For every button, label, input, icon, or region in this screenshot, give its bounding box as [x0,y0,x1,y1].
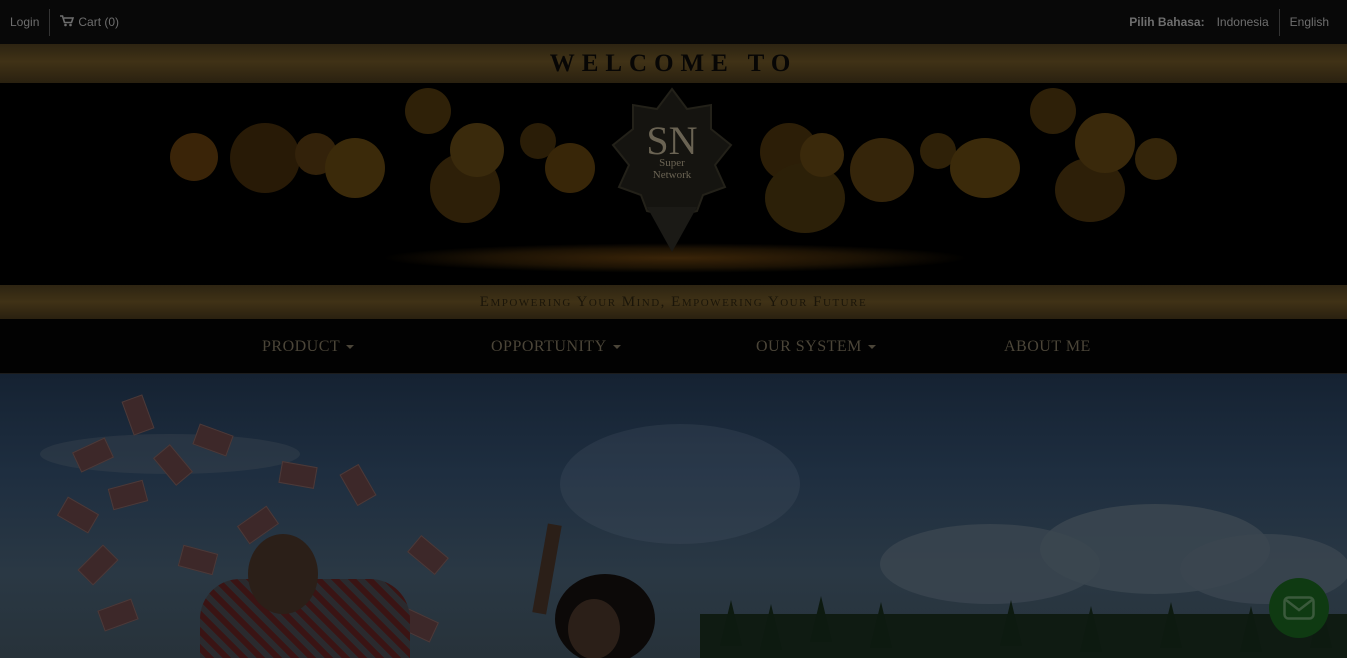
header-banner: SN Super Network [0,83,1347,285]
bokeh-light [325,138,385,198]
bokeh-light [230,123,300,193]
tree [1240,606,1262,652]
account-links: Login Cart (0) [0,0,129,44]
tree [760,604,782,650]
banknote [278,461,318,489]
sun-glow [560,424,800,544]
banknote [107,479,149,511]
caret-down-icon [346,344,355,349]
language-label: Pilih Bahasa: [1129,15,1205,29]
banknote [97,598,139,632]
nav-item-label: OPPORTUNITY [491,337,607,355]
nav-item-about-me[interactable]: ABOUT ME [1004,319,1091,374]
cart-label: Cart (0) [78,15,120,29]
tree [870,602,892,648]
logo-line-2: Network [652,169,692,181]
bokeh-light [405,88,451,134]
caret-down-icon [867,344,876,349]
tree [1000,600,1022,646]
bokeh-light [800,133,844,177]
nav-item-label: PRODUCT [262,337,341,355]
cart-link[interactable]: Cart (0) [50,9,129,36]
nav-item-product[interactable]: PRODUCT [262,319,355,374]
shopping-cart-icon [60,14,75,30]
tagline-band: Empowering Your Mind, Empowering Your Fu… [0,285,1347,319]
welcome-heading: WELCOME TO [549,49,798,77]
welcome-band: WELCOME TO [0,44,1347,83]
banknote [77,544,119,586]
bokeh-light [950,138,1020,198]
nav-item-our-system[interactable]: OUR SYSTEM [756,319,876,374]
bokeh-light [450,123,504,177]
tagline: Empowering Your Mind, Empowering Your Fu… [479,293,868,310]
banknote [177,544,219,576]
bokeh-light [1075,113,1135,173]
logo-line-1: Super [659,157,685,169]
nav-item-label: OUR SYSTEM [756,337,862,355]
nav-item-label: ABOUT ME [1004,337,1091,355]
banknote [121,394,155,436]
language-option-indonesia[interactable]: Indonesia [1207,9,1279,36]
bokeh-light [170,133,218,181]
banknote [407,535,449,575]
login-link[interactable]: Login [0,9,49,36]
banknote [339,463,377,507]
main-navigation: PRODUCT OPPORTUNITY OUR SYSTEM ABOUT ME [0,319,1347,374]
tree [810,596,832,642]
man-head [248,534,318,614]
logo-wordmark: Super Network [607,157,737,181]
envelope-icon [1283,596,1315,620]
tree [720,600,742,646]
chat-button[interactable] [1269,578,1329,638]
woman-arm [532,523,562,615]
bokeh-light [1135,138,1177,180]
language-switcher: Pilih Bahasa: Indonesia English [1129,0,1347,44]
hero-image [0,374,1347,658]
bokeh-light [545,143,595,193]
tree [1160,602,1182,648]
caret-down-icon [612,344,621,349]
language-option-english[interactable]: English [1280,9,1347,36]
woman-face [568,599,620,658]
bokeh-light [850,138,914,202]
top-utility-bar: Login Cart (0) Pilih Bahasa: Indonesia E… [0,0,1347,44]
nav-item-opportunity[interactable]: OPPORTUNITY [491,319,621,374]
tree [1080,606,1102,652]
banknote [56,496,100,534]
bokeh-light [1030,88,1076,134]
super-network-logo[interactable]: SN Super Network [607,87,737,257]
